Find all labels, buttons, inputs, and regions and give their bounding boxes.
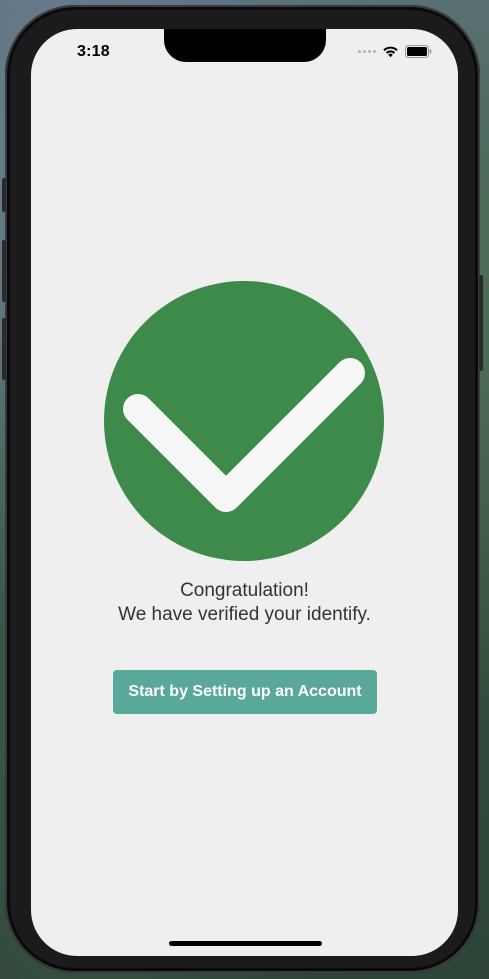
congratulation-heading: Congratulation! [180,580,309,601]
wifi-icon [383,46,398,58]
battery-icon [405,45,432,58]
cellular-signal-icon [358,50,376,53]
home-indicator[interactable] [169,941,322,946]
phone-screen: 3:18 Congratulation! We have verified yo… [31,29,458,956]
status-icons [358,45,432,58]
success-check-circle [104,281,384,561]
notch [164,29,326,62]
mute-switch [2,178,6,212]
volume-down-button [2,318,6,380]
setup-account-button[interactable]: Start by Setting up an Account [113,670,377,714]
status-time: 3:18 [77,43,110,60]
verified-message: We have verified your identify. [118,604,371,625]
volume-up-button [2,240,6,302]
power-button [479,275,483,371]
